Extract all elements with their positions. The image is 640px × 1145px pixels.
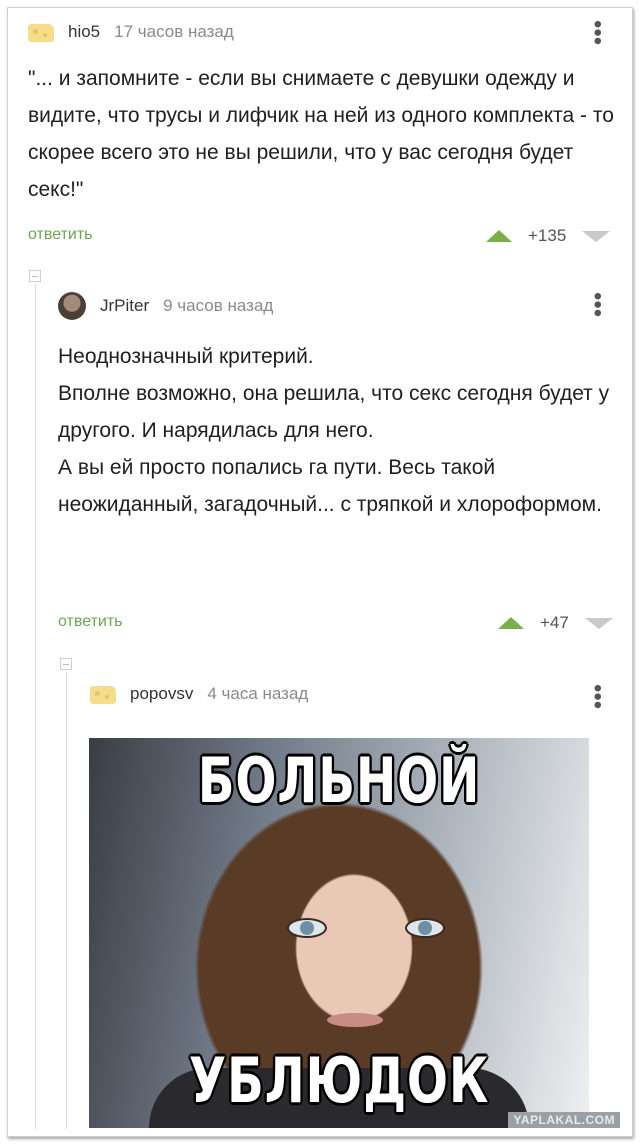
- comment-score: +135: [528, 226, 567, 245]
- thread-line: [66, 672, 67, 1129]
- watermark: YAPLAKAL.COM: [508, 1112, 620, 1128]
- comment-rating: +47: [498, 613, 613, 633]
- meme-image[interactable]: БОЛЬНОЙ УБЛЮДОК: [89, 738, 589, 1128]
- comment-time: 9 часов назад: [163, 296, 274, 315]
- meme-caption-bottom: УБЛЮДОК: [188, 1044, 490, 1117]
- meme-caption-top: БОЛЬНОЙ: [197, 744, 481, 817]
- upvote-icon[interactable]: [486, 230, 512, 242]
- collapse-thread-icon[interactable]: [60, 658, 72, 670]
- meme-lips: [327, 1013, 383, 1027]
- cheese-avatar-icon[interactable]: [28, 22, 54, 42]
- comment-username[interactable]: JrPiter: [100, 296, 149, 316]
- downvote-icon[interactable]: [584, 617, 613, 629]
- comment-header: hio5 17 часов назад: [28, 22, 234, 42]
- comment-header: JrPiter 9 часов назад: [58, 292, 273, 320]
- upvote-icon[interactable]: [498, 617, 524, 629]
- more-options-icon[interactable]: •••: [584, 292, 611, 317]
- more-options-icon[interactable]: •••: [584, 20, 611, 45]
- comment-username[interactable]: hio5: [68, 22, 100, 42]
- comment-text: "... и запомните - если вы снимаете с де…: [28, 67, 614, 201]
- comment-username[interactable]: popovsv: [130, 684, 193, 704]
- more-options-icon[interactable]: •••: [584, 684, 611, 709]
- reply-button[interactable]: ответить: [28, 226, 93, 244]
- meme-eye: [287, 918, 327, 938]
- screenshot-frame: hio5 17 часов назад ••• "... и запомните…: [7, 7, 633, 1137]
- comment-score: +47: [540, 613, 569, 632]
- user-photo-avatar[interactable]: [58, 292, 86, 320]
- thread-line: [35, 284, 36, 1129]
- comment-text: Неоднозначный критерий. Вполне возможно,…: [58, 345, 610, 516]
- meme-eye: [405, 918, 445, 938]
- comment-time: 4 часа назад: [207, 684, 309, 703]
- comment-header: popovsv 4 часа назад: [90, 684, 308, 704]
- collapse-thread-icon[interactable]: [29, 270, 41, 282]
- comment-rating: +135: [486, 226, 611, 246]
- comment-time: 17 часов назад: [114, 22, 234, 41]
- cheese-avatar-icon[interactable]: [90, 684, 116, 704]
- reply-button[interactable]: ответить: [58, 613, 123, 631]
- downvote-icon[interactable]: [582, 230, 611, 242]
